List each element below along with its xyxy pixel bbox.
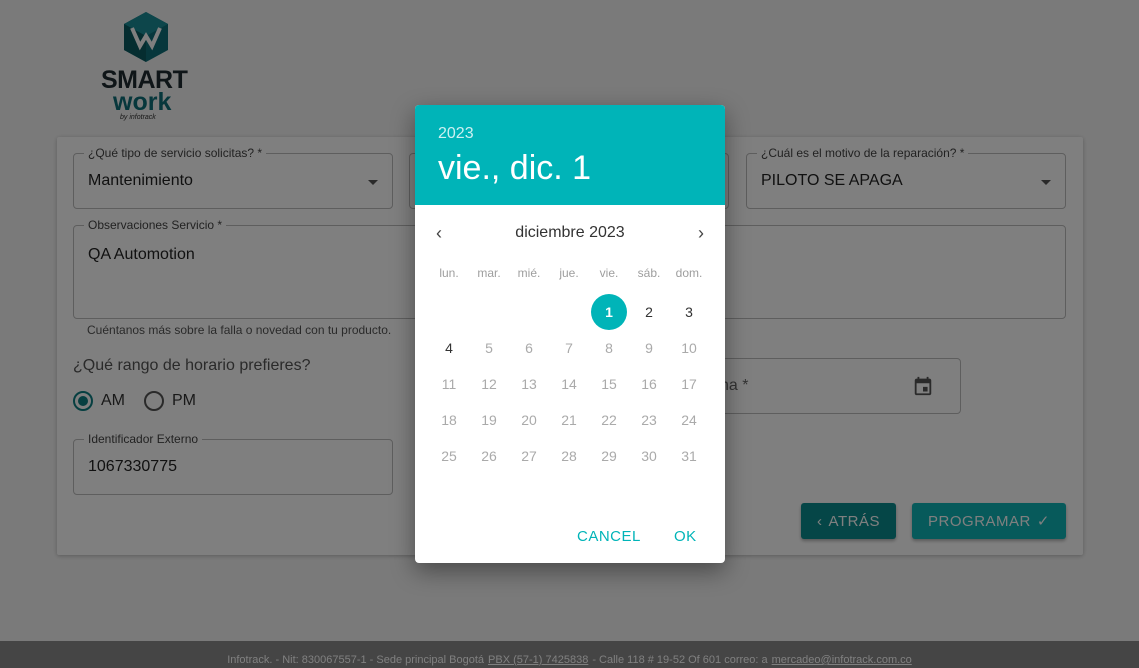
date-picker-year[interactable]: 2023 <box>438 125 474 143</box>
calendar-day: 23 <box>641 412 657 428</box>
calendar-day: 30 <box>641 448 657 464</box>
calendar-day: 8 <box>605 340 613 356</box>
weekday-label: dom. <box>675 266 703 280</box>
calendar-day: 21 <box>561 412 577 428</box>
calendar-day: 7 <box>565 340 573 356</box>
calendar-day: 31 <box>681 448 697 464</box>
calendar-day: 28 <box>561 448 577 464</box>
weekday-label: sáb. <box>637 266 661 280</box>
calendar-day: 11 <box>441 376 457 392</box>
calendar-day: 22 <box>601 412 617 428</box>
date-picker-header: 2023 vie., dic. 1 <box>415 105 725 205</box>
calendar-day: 18 <box>441 412 457 428</box>
cancel-button[interactable]: CANCEL <box>577 528 641 545</box>
weekday-label: mar. <box>477 266 501 280</box>
calendar-day: 29 <box>601 448 617 464</box>
month-title: diciembre 2023 <box>515 224 625 241</box>
calendar-day: 24 <box>681 412 697 428</box>
calendar-day: 6 <box>525 340 533 356</box>
calendar-day[interactable]: 1 <box>591 294 627 330</box>
calendar-day: 20 <box>521 412 537 428</box>
weekday-label: jue. <box>559 266 579 280</box>
calendar-day: 27 <box>521 448 537 464</box>
calendar-day: 5 <box>485 340 493 356</box>
calendar-day[interactable]: 3 <box>671 294 707 330</box>
calendar-day: 12 <box>481 376 497 392</box>
calendar-day: 10 <box>681 340 697 356</box>
calendar-day: 16 <box>641 376 657 392</box>
chevron-right-icon[interactable]: › <box>689 221 713 245</box>
calendar-day[interactable]: 2 <box>631 294 667 330</box>
ok-button[interactable]: OK <box>674 528 697 545</box>
calendar-day: 19 <box>481 412 497 428</box>
calendar-day[interactable]: 4 <box>431 330 467 366</box>
calendar-day: 13 <box>521 376 537 392</box>
chevron-left-icon[interactable]: ‹ <box>427 221 451 245</box>
calendar-day: 26 <box>481 448 497 464</box>
month-navigation: diciembre 2023 ‹ › <box>415 221 725 245</box>
calendar-day: 17 <box>681 376 697 392</box>
calendar-day: 25 <box>441 448 457 464</box>
date-picker-selected-date: vie., dic. 1 <box>438 149 592 187</box>
weekday-label: vie. <box>599 266 619 280</box>
date-picker-dialog: 2023 vie., dic. 1 diciembre 2023 ‹ › lun… <box>415 105 725 563</box>
weekday-label: mié. <box>517 266 541 280</box>
calendar-day: 9 <box>645 340 653 356</box>
calendar-day: 15 <box>601 376 617 392</box>
weekday-label: lun. <box>439 266 459 280</box>
calendar-day: 14 <box>561 376 577 392</box>
